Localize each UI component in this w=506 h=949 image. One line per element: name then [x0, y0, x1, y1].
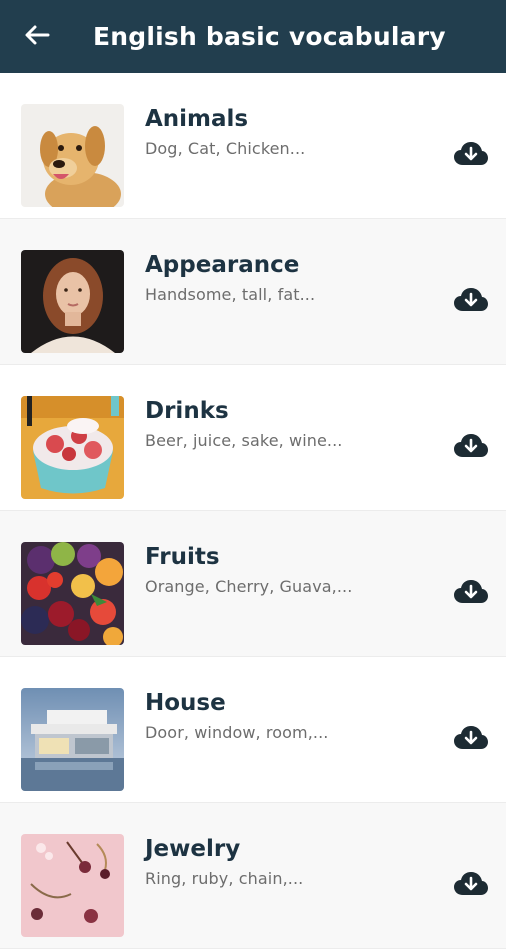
jewelry-photo: [21, 834, 124, 937]
topic-title: Fruits: [145, 544, 220, 570]
list-item-drinks[interactable]: Drinks Beer, juice, sake, wine...: [0, 365, 506, 511]
topic-examples: Door, window, room,...: [145, 723, 329, 742]
list-item-house[interactable]: House Door, window, room,...: [0, 657, 506, 803]
topic-examples: Orange, Cherry, Guava,...: [145, 577, 353, 596]
arrow-left-icon: [24, 24, 50, 50]
topic-examples: Beer, juice, sake, wine...: [145, 431, 343, 450]
back-button[interactable]: [0, 0, 74, 73]
topic-title: House: [145, 690, 226, 716]
list-item-animals[interactable]: Animals Dog, Cat, Chicken...: [0, 73, 506, 219]
topic-title: Jewelry: [145, 836, 241, 862]
download-button[interactable]: [452, 871, 490, 901]
topic-list: Animals Dog, Cat, Chicken... Appearance …: [0, 73, 506, 949]
modern-house-photo: [21, 688, 124, 791]
topic-examples: Dog, Cat, Chicken...: [145, 139, 306, 158]
topic-title: Drinks: [145, 398, 229, 424]
page-title: English basic vocabulary: [93, 22, 446, 51]
mixed-fruits-photo: [21, 542, 124, 645]
cloud-download-icon: [454, 872, 488, 900]
download-button[interactable]: [452, 579, 490, 609]
app-bar: English basic vocabulary: [0, 0, 506, 73]
topic-title: Appearance: [145, 252, 300, 278]
cloud-download-icon: [454, 580, 488, 608]
strawberry-dessert-photo: [21, 396, 124, 499]
woman-portrait-photo: [21, 250, 124, 353]
list-item-appearance[interactable]: Appearance Handsome, tall, fat...: [0, 219, 506, 365]
cloud-download-icon: [454, 434, 488, 462]
download-button[interactable]: [452, 141, 490, 171]
cloud-download-icon: [454, 288, 488, 316]
download-button[interactable]: [452, 287, 490, 317]
cloud-download-icon: [454, 726, 488, 754]
topic-examples: Handsome, tall, fat...: [145, 285, 316, 304]
download-button[interactable]: [452, 433, 490, 463]
topic-title: Animals: [145, 106, 249, 132]
list-item-jewelry[interactable]: Jewelry Ring, ruby, chain,...: [0, 803, 506, 949]
list-item-fruits[interactable]: Fruits Orange, Cherry, Guava,...: [0, 511, 506, 657]
download-button[interactable]: [452, 725, 490, 755]
dog-photo: [21, 104, 124, 207]
topic-examples: Ring, ruby, chain,...: [145, 869, 304, 888]
cloud-download-icon: [454, 142, 488, 170]
